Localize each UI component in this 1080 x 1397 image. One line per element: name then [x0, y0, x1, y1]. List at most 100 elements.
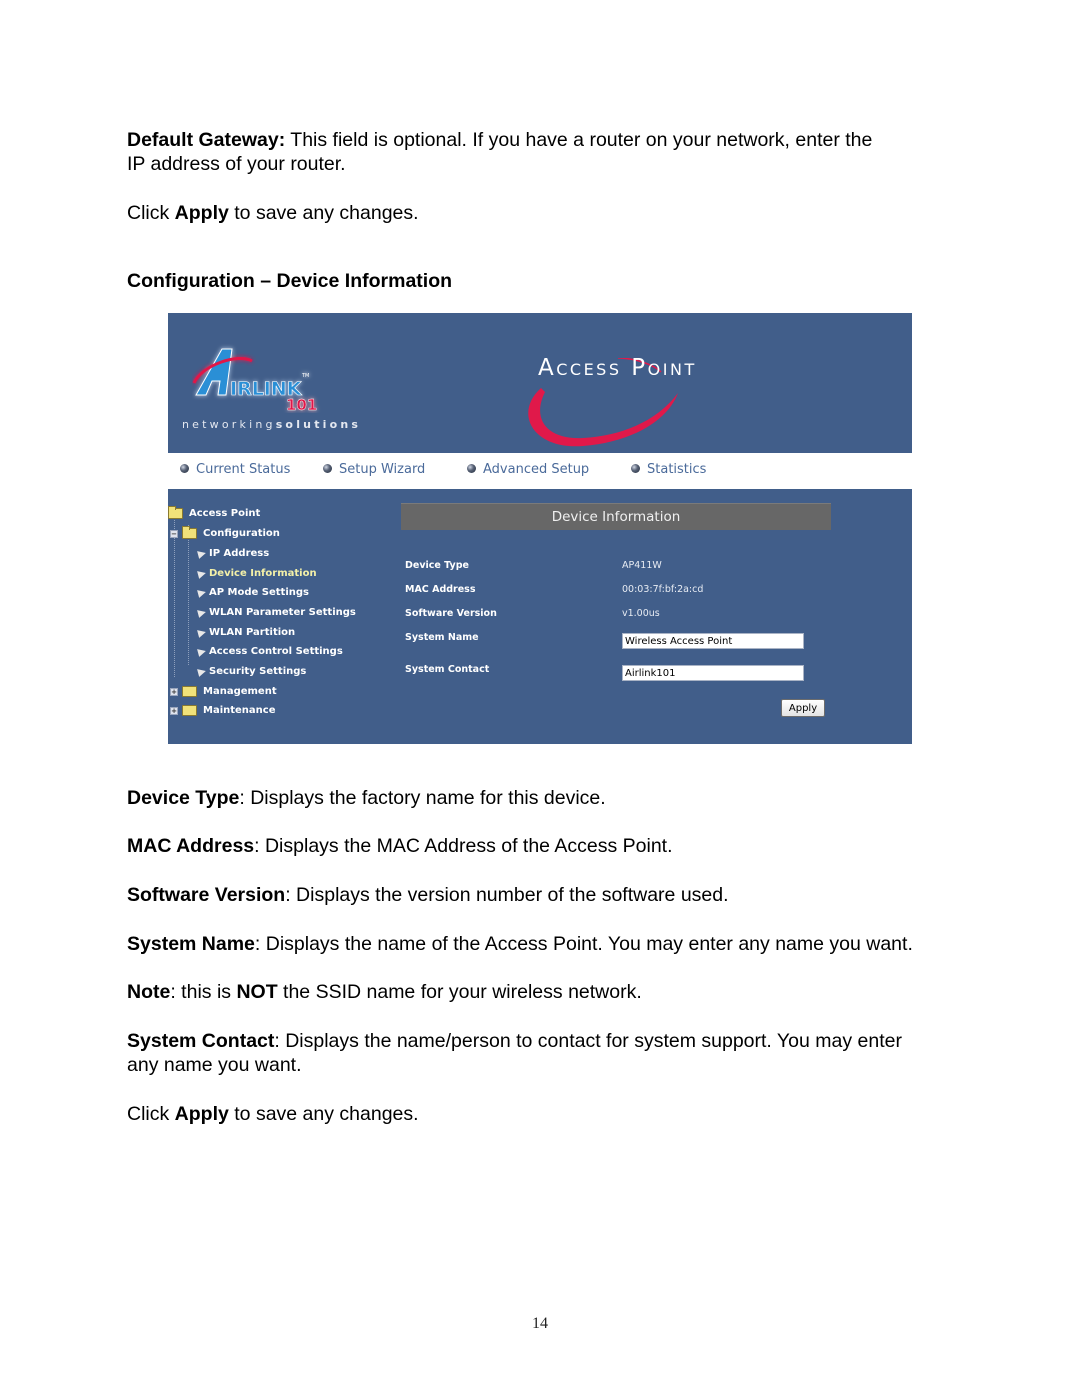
expand-icon: +: [170, 687, 178, 696]
arrow-icon: [197, 646, 207, 657]
description-text: : Displays the MAC Address of the Access…: [254, 835, 673, 857]
device-type-description: Device Type: Displays the factory name f…: [127, 786, 957, 810]
tree-item-access-point[interactable]: Access Point: [168, 506, 261, 519]
section-title-bar: Device Information: [401, 503, 831, 530]
folder-icon: [182, 686, 197, 697]
top-nav: Current Status Setup Wizard Advanced Set…: [168, 453, 912, 489]
arrow-icon: [197, 627, 207, 638]
bullet-icon: [323, 464, 332, 473]
nav-label: Setup Wizard: [339, 462, 426, 477]
description-term: Software Version: [127, 884, 286, 906]
nav-setup-wizard[interactable]: Setup Wizard: [323, 462, 425, 477]
tree-item-maintenance[interactable]: + Maintenance: [170, 705, 276, 716]
svg-text:101: 101: [286, 396, 317, 413]
header-banner: IRLINK TM 101 networkingsolutions Access…: [168, 313, 912, 453]
description-term: Device Type: [127, 787, 240, 809]
note-text: : this is: [170, 981, 237, 1003]
device-information-screenshot: IRLINK TM 101 networkingsolutions Access…: [168, 313, 912, 744]
system-contact-description: System Contact: Displays the name/person…: [127, 1029, 927, 1077]
tree-label: Maintenance: [203, 705, 276, 716]
airlink-logo-icon: IRLINK TM 101: [192, 348, 318, 413]
bullet-icon: [631, 464, 640, 473]
device-type-value: AP411W: [622, 560, 662, 571]
description-text: : Displays the factory name for this dev…: [239, 787, 606, 809]
navigation-tree: Access Point − Configuration IP Address D…: [168, 489, 388, 744]
apply-note-suffix: to save any changes.: [228, 1103, 419, 1125]
tree-item-wlan-partition[interactable]: WLAN Partition: [197, 627, 296, 638]
nav-statistics[interactable]: Statistics: [631, 462, 706, 477]
system-contact-label: System Contact: [405, 664, 490, 675]
collapse-icon: −: [170, 529, 178, 538]
bullet-icon: [180, 464, 189, 473]
tree-label: Configuration: [203, 528, 280, 539]
description-term: System Contact: [127, 1030, 275, 1052]
system-name-input[interactable]: [622, 633, 804, 649]
product-title: Access Point: [538, 355, 697, 381]
nav-current-status[interactable]: Current Status: [180, 462, 290, 477]
tree-label: WLAN Parameter Settings: [209, 607, 356, 618]
content-panel: Access Point − Configuration IP Address D…: [168, 489, 912, 744]
apply-note-suffix: to save any changes.: [228, 202, 419, 224]
note-paragraph: Note: this is NOT the SSID name for your…: [127, 980, 957, 1004]
software-version-description: Software Version: Displays the version n…: [127, 883, 957, 907]
tree-item-access-control-settings[interactable]: Access Control Settings: [197, 646, 343, 657]
tree-item-configuration[interactable]: − Configuration: [170, 526, 280, 539]
tree-line: [188, 525, 189, 665]
description-text: : Displays the version number of the sof…: [285, 884, 729, 906]
system-contact-input[interactable]: [622, 665, 804, 681]
note-bold: NOT: [236, 981, 278, 1003]
arrow-icon: [197, 666, 207, 677]
default-gateway-text-1: This field is optional. If you have a ro…: [285, 129, 873, 151]
apply-button[interactable]: Apply: [781, 699, 825, 717]
tree-item-ip-address[interactable]: IP Address: [197, 548, 270, 559]
page-number: 14: [532, 1315, 548, 1332]
tree-label: WLAN Partition: [209, 627, 296, 638]
tree-label: Access Point: [189, 508, 261, 519]
description-term: System Name: [127, 933, 255, 955]
tree-label: Device Information: [209, 568, 317, 579]
tree-label: AP Mode Settings: [209, 587, 309, 598]
folder-open-icon: [182, 526, 197, 539]
apply-note-bottom: Click Apply to save any changes.: [127, 1102, 957, 1126]
tree-label: IP Address: [209, 548, 270, 559]
description-text: : Displays the name of the Access Point.…: [254, 933, 913, 955]
software-version-label: Software Version: [405, 608, 497, 619]
default-gateway-term: Default Gateway:: [127, 129, 286, 151]
apply-note-prefix: Click: [127, 202, 175, 224]
system-name-description: System Name: Displays the name of the Ac…: [127, 932, 939, 956]
bullet-icon: [467, 464, 476, 473]
tree-label: Security Settings: [209, 666, 307, 677]
tagline-bold: solutions: [275, 418, 362, 431]
apply-note-prefix: Click: [127, 1103, 175, 1125]
folder-open-icon: [168, 506, 183, 519]
logo-tagline: networkingsolutions: [182, 418, 361, 431]
nav-label: Statistics: [647, 462, 707, 477]
tree-label: Access Control Settings: [209, 646, 343, 657]
tree-label: Management: [203, 686, 277, 697]
nav-advanced-setup[interactable]: Advanced Setup: [467, 462, 589, 477]
arrow-icon: [197, 568, 207, 579]
expand-icon: +: [170, 706, 178, 715]
nav-label: Current Status: [196, 462, 291, 477]
default-gateway-paragraph: Default Gateway: This field is optional.…: [127, 128, 957, 176]
tagline-light: networking: [182, 418, 276, 431]
mac-address-value: 00:03:7f:bf:2a:cd: [622, 584, 704, 595]
tree-item-security-settings[interactable]: Security Settings: [197, 666, 307, 677]
arrow-icon: [197, 607, 207, 618]
tree-item-wlan-parameter-settings[interactable]: WLAN Parameter Settings: [197, 607, 356, 618]
svg-text:TM: TM: [301, 373, 309, 379]
device-type-label: Device Type: [405, 560, 469, 571]
software-version-value: v1.00us: [622, 608, 660, 619]
section-heading: Configuration – Device Information: [127, 270, 453, 292]
description-term: MAC Address: [127, 835, 255, 857]
arrow-icon: [197, 587, 207, 598]
apply-note-bold: Apply: [174, 202, 229, 224]
note-term: Note: [127, 981, 171, 1003]
default-gateway-text-2: IP address of your router.: [127, 153, 346, 175]
folder-icon: [182, 705, 197, 716]
tree-item-ap-mode-settings[interactable]: AP Mode Settings: [197, 587, 309, 598]
tree-item-device-information[interactable]: Device Information: [197, 568, 317, 579]
apply-note-bold: Apply: [174, 1103, 229, 1125]
tree-item-management[interactable]: + Management: [170, 686, 277, 697]
mac-address-description: MAC Address: Displays the MAC Address of…: [127, 834, 957, 858]
